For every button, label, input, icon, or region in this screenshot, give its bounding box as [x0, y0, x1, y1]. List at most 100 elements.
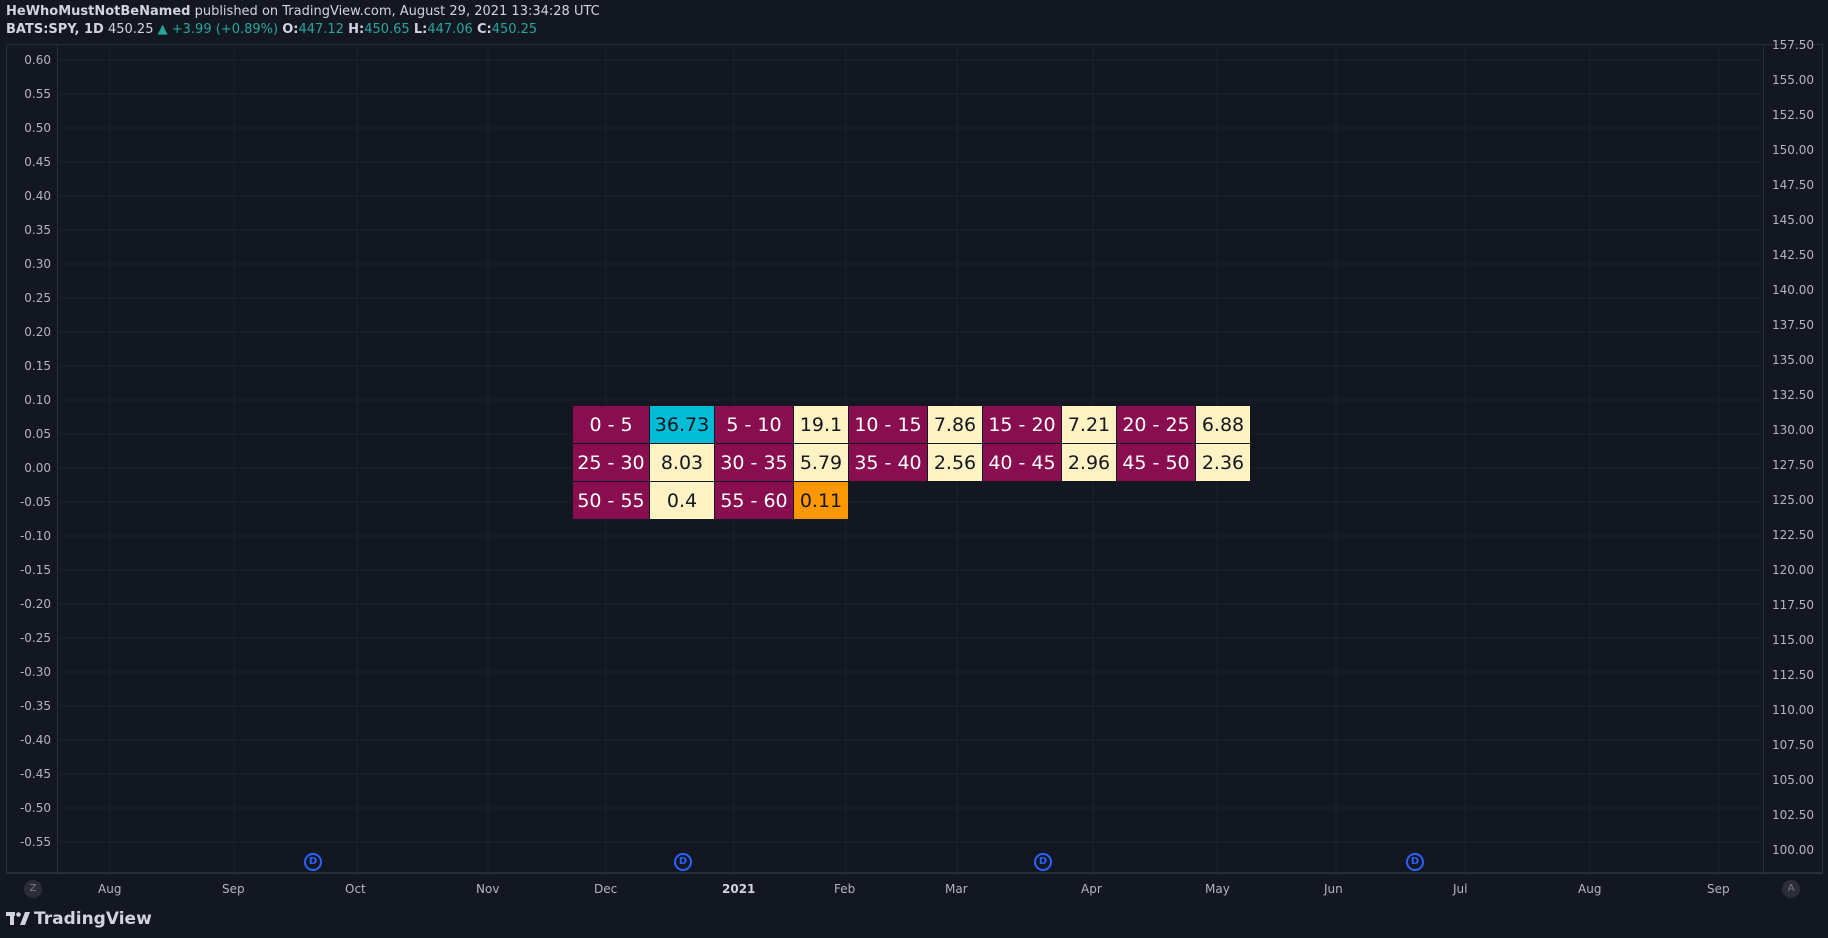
left-axis-tick-label: 0.40 — [24, 189, 51, 203]
left-axis-tick-label: -0.30 — [19, 665, 51, 679]
left-axis-tick-label: 0.50 — [24, 121, 51, 135]
left-axis-tick-label: 0.35 — [24, 223, 51, 237]
left-axis-tick-label: 0.05 — [24, 427, 51, 441]
table-row: 25 - 30 8.03 30 - 35 5.79 35 - 40 2.56 4… — [572, 443, 1251, 482]
left-axis-tick-label: 0.25 — [24, 291, 51, 305]
close-label: C: — [476, 22, 492, 37]
chart-header: HeWhoMustNotBeNamed published on Trading… — [6, 3, 600, 39]
high-label: H: — [348, 22, 365, 37]
author-name[interactable]: HeWhoMustNotBeNamed — [6, 4, 190, 19]
value-cell: 8.03 — [649, 443, 715, 482]
value-cell: 19.1 — [793, 405, 849, 444]
value-cell: 2.56 — [927, 443, 983, 482]
right-axis-tick-label: 125.00 — [1772, 493, 1814, 507]
right-axis-tick-label: 127.50 — [1772, 458, 1814, 472]
range-cell: 50 - 55 — [572, 481, 650, 520]
low-label: L: — [413, 22, 428, 37]
right-axis-tick-label: 135.00 — [1772, 353, 1814, 367]
time-axis-tick-label: Aug — [98, 882, 122, 896]
left-axis-tick-label: 0.30 — [24, 257, 51, 271]
time-axis-tick-label: Jun — [1324, 882, 1343, 896]
time-axis-tick-label: Apr — [1081, 882, 1102, 896]
dividend-marker[interactable]: D — [1034, 853, 1052, 871]
left-axis-tick-label: 0.00 — [24, 461, 51, 475]
right-axis-tick-label: 107.50 — [1772, 738, 1814, 752]
left-price-axis[interactable]: 0.60 0.55 0.50 0.45 0.40 0.35 0.30 0.25 0.20 0.15… — [7, 45, 57, 875]
right-axis-tick-label: 130.00 — [1772, 423, 1814, 437]
ohlc-line: BATS:SPY, 1D 450.25 ▲ +3.99 (+0.89%) O:4… — [6, 21, 600, 39]
range-cell: 0 - 5 — [572, 405, 650, 444]
left-axis-tick-label: 0.20 — [24, 325, 51, 339]
right-axis-tick-label: 100.00 — [1772, 843, 1814, 857]
left-axis-tick-label: -0.05 — [19, 495, 51, 509]
auto-scale-left-button[interactable]: Z — [24, 880, 42, 898]
left-axis-tick-label: -0.20 — [19, 597, 51, 611]
right-axis-tick-label: 115.00 — [1772, 633, 1814, 647]
time-axis-tick-label: Aug — [1578, 882, 1602, 896]
last-price: 450.25 — [107, 22, 154, 37]
right-axis-tick-label: 120.00 — [1772, 563, 1814, 577]
right-axis-tick-label: 137.50 — [1772, 318, 1814, 332]
open-label: O: — [282, 22, 299, 37]
left-axis-tick-label: -0.10 — [19, 529, 51, 543]
right-axis-tick-label: 145.00 — [1772, 213, 1814, 227]
price-change: ▲ +3.99 (+0.89%) — [157, 22, 279, 37]
tradingview-logo-icon — [6, 912, 30, 925]
dividend-marker[interactable]: D — [1406, 853, 1424, 871]
value-cell: 5.79 — [793, 443, 849, 482]
right-axis-tick-label: 150.00 — [1772, 143, 1814, 157]
time-axis-tick-label: Sep — [1707, 882, 1730, 896]
range-cell: 5 - 10 — [714, 405, 794, 444]
range-distribution-table: 0 - 5 36.73 5 - 10 19.1 10 - 15 7.86 15 … — [572, 405, 1251, 520]
low-value: 447.06 — [427, 22, 473, 37]
time-axis-tick-label: Feb — [834, 882, 856, 896]
time-axis-tick-label: Dec — [594, 882, 618, 896]
open-value: 447.12 — [298, 22, 344, 37]
value-cell: 2.96 — [1061, 443, 1117, 482]
range-cell: 20 - 25 — [1116, 405, 1196, 444]
right-axis-tick-label: 140.00 — [1772, 283, 1814, 297]
dividend-marker[interactable]: D — [674, 853, 692, 871]
time-axis-tick-label: Oct — [345, 882, 366, 896]
time-axis-tick-label: May — [1205, 882, 1230, 896]
table-row: 0 - 5 36.73 5 - 10 19.1 10 - 15 7.86 15 … — [572, 405, 1251, 444]
time-axis[interactable]: Z A Aug Sep Oct Nov Dec 2021 Feb Mar Apr May Jun Ju… — [6, 873, 1823, 902]
value-cell: 36.73 — [649, 405, 715, 444]
table-row: 50 - 55 0.4 55 - 60 0.11 — [572, 481, 1251, 520]
range-cell: 30 - 35 — [714, 443, 794, 482]
symbol-label[interactable]: BATS:SPY, 1D — [6, 22, 104, 37]
right-axis-tick-label: 105.00 — [1772, 773, 1814, 787]
left-axis-tick-label: 0.45 — [24, 155, 51, 169]
value-cell: 7.21 — [1061, 405, 1117, 444]
time-axis-tick-label: 2021 — [722, 882, 756, 896]
right-axis-tick-label: 132.50 — [1772, 388, 1814, 402]
range-cell: 40 - 45 — [982, 443, 1062, 482]
value-cell: 2.36 — [1195, 443, 1251, 482]
range-cell: 25 - 30 — [572, 443, 650, 482]
left-axis-tick-label: -0.35 — [19, 699, 51, 713]
range-cell: 55 - 60 — [714, 481, 794, 520]
right-axis-tick-label: 112.50 — [1772, 668, 1814, 682]
right-axis-tick-label: 110.00 — [1772, 703, 1814, 717]
right-axis-tick-label: 102.50 — [1772, 808, 1814, 822]
auto-scale-right-button[interactable]: A — [1782, 880, 1800, 898]
value-cell: 0.4 — [649, 481, 715, 520]
publish-line: HeWhoMustNotBeNamed published on Trading… — [6, 3, 600, 21]
dividend-marker[interactable]: D — [304, 853, 322, 871]
right-price-axis[interactable]: 157.50 155.00 152.50 150.00 147.50 145.00 142.… — [1763, 38, 1825, 875]
time-axis-tick-label: Sep — [222, 882, 245, 896]
left-axis-tick-label: 0.60 — [24, 53, 51, 67]
right-axis-tick-label: 147.50 — [1772, 178, 1814, 192]
right-axis-tick-label: 122.50 — [1772, 528, 1814, 542]
left-axis-tick-label: -0.15 — [19, 563, 51, 577]
left-axis-tick-label: -0.45 — [19, 767, 51, 781]
range-cell: 15 - 20 — [982, 405, 1062, 444]
right-axis-tick-label: 117.50 — [1772, 598, 1814, 612]
high-value: 450.65 — [364, 22, 410, 37]
tradingview-brand[interactable]: TradingView — [6, 909, 152, 929]
right-axis-tick-label: 157.50 — [1772, 38, 1814, 52]
right-axis-tick-label: 142.50 — [1772, 248, 1814, 262]
value-cell: 0.11 — [793, 481, 849, 520]
range-cell: 35 - 40 — [848, 443, 928, 482]
time-axis-tick-label: Mar — [945, 882, 968, 896]
